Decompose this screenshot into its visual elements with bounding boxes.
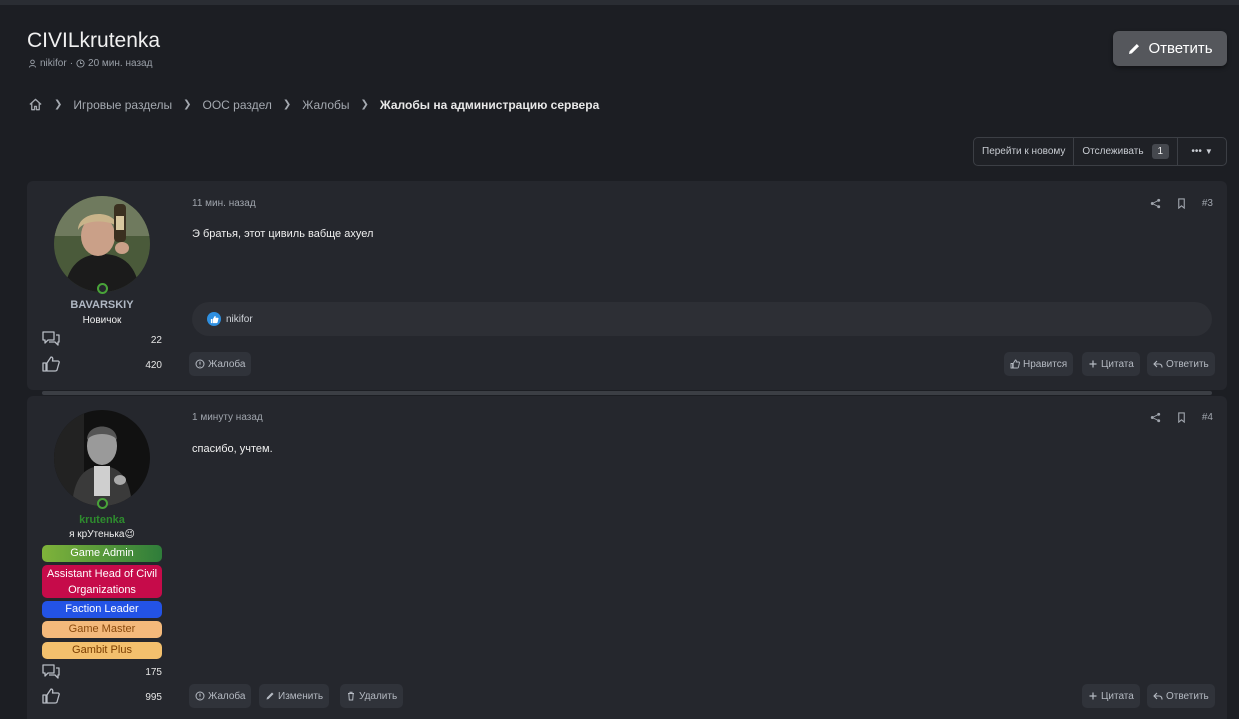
edit-label: Изменить — [278, 690, 324, 702]
report-label: Жалоба — [208, 690, 246, 702]
reply-icon — [1153, 692, 1163, 700]
post-body: спасибо, учтем. — [192, 443, 273, 455]
plus-icon — [1089, 360, 1097, 368]
report-icon — [195, 691, 205, 701]
quote-button[interactable]: Цитата — [1082, 684, 1140, 708]
post-username[interactable]: krutenka — [27, 514, 177, 526]
thread-toolbar: Перейти к новому Отслеживать 1 ••• ▼ — [973, 137, 1227, 166]
thread-time: 20 мин. назад — [88, 58, 153, 69]
post-4: krutenka я крУтенька😉 Game Admin Assista… — [27, 396, 1227, 719]
breadcrumb-item-ooc[interactable]: ООС раздел — [203, 98, 272, 112]
clock-icon — [76, 59, 85, 68]
post-user-title: я крУтенька😉 — [69, 529, 135, 540]
share-icon[interactable] — [1150, 198, 1161, 209]
goto-new-button[interactable]: Перейти к новому — [974, 138, 1075, 165]
breadcrumb-current[interactable]: Жалобы на администрацию сервера — [380, 98, 599, 112]
liked-by-user[interactable]: nikifor — [226, 314, 253, 325]
reactions-count: 420 — [145, 360, 162, 371]
report-button[interactable]: Жалоба — [189, 352, 252, 376]
reply-button[interactable]: Ответить — [1113, 31, 1227, 66]
breadcrumb-item-games[interactable]: Игровые разделы — [73, 98, 172, 112]
like-reaction-icon — [207, 312, 221, 326]
breadcrumb: ❯ Игровые разделы ❯ ООС раздел ❯ Жалобы … — [28, 97, 599, 112]
trash-icon — [348, 691, 354, 701]
chevron-right-icon: ❯ — [54, 99, 63, 110]
post-username[interactable]: BAVARSKIY — [27, 299, 177, 311]
home-icon[interactable] — [28, 97, 43, 112]
goto-new-label: Перейти к новому — [982, 146, 1066, 157]
reply-label: Ответить — [1166, 358, 1209, 370]
delete-button[interactable]: Удалить — [340, 684, 404, 708]
online-status-icon — [97, 498, 108, 509]
reply-post-button[interactable]: Ответить — [1147, 352, 1215, 376]
more-icon: ••• — [1191, 146, 1202, 157]
bookmark-icon[interactable] — [1176, 412, 1187, 423]
thread-author[interactable]: nikifor — [40, 58, 67, 69]
delete-label: Удалить — [359, 690, 398, 702]
post-divider — [42, 391, 1212, 395]
thumbs-up-icon — [42, 688, 60, 704]
report-icon — [195, 359, 205, 369]
user-icon — [28, 59, 37, 68]
messages-count: 22 — [150, 335, 162, 346]
post-date[interactable]: 11 мин. назад — [192, 198, 256, 209]
reactions-count: 995 — [145, 692, 162, 703]
thumbs-up-icon — [1010, 359, 1020, 369]
watch-label: Отслеживать — [1082, 146, 1144, 157]
quote-button[interactable]: Цитата — [1082, 352, 1140, 376]
caret-down-icon: ▼ — [1204, 147, 1213, 156]
post-number[interactable]: #3 — [1202, 198, 1213, 209]
badge-assistant-head: Assistant Head of Civil Organizations — [42, 565, 162, 598]
avatar[interactable] — [54, 196, 150, 292]
reply-icon — [1153, 360, 1163, 368]
pencil-icon — [1129, 43, 1140, 54]
thumbs-up-icon — [42, 356, 60, 372]
report-label: Жалоба — [208, 358, 246, 370]
reply-button-label: Ответить — [1148, 40, 1213, 57]
badge-gambit-plus: Gambit Plus — [42, 642, 162, 659]
post-3: BAVARSKIY Новичок 22 420 11 мин. назад #… — [27, 181, 1227, 390]
post-body: Э братья, этот цивиль вабще ахуел — [192, 228, 374, 240]
chevron-right-icon: ❯ — [183, 99, 192, 110]
reply-post-button[interactable]: Ответить — [1147, 684, 1215, 708]
edit-button[interactable]: Изменить — [259, 684, 330, 708]
bookmark-icon[interactable] — [1176, 198, 1187, 209]
messages-icon — [42, 331, 60, 346]
post-date[interactable]: 1 минуту назад — [192, 412, 263, 423]
watch-button[interactable]: Отслеживать 1 — [1074, 138, 1179, 165]
post-top-actions: #3 — [1150, 198, 1213, 209]
more-options-button[interactable]: ••• ▼ — [1178, 138, 1226, 165]
badge-game-admin: Game Admin — [42, 545, 162, 562]
badge-game-master: Game Master — [42, 621, 162, 638]
reply-label: Ответить — [1166, 690, 1209, 702]
messages-icon — [42, 664, 60, 679]
watch-count-badge: 1 — [1151, 144, 1170, 159]
quote-label: Цитата — [1101, 690, 1134, 702]
post-top-actions: #4 — [1150, 412, 1213, 423]
top-bar — [0, 0, 1239, 5]
online-status-icon — [97, 283, 108, 294]
plus-icon — [1089, 692, 1097, 700]
pencil-icon — [266, 692, 274, 700]
share-icon[interactable] — [1150, 412, 1161, 423]
messages-count: 175 — [145, 667, 162, 678]
chevron-right-icon: ❯ — [282, 99, 292, 110]
badge-faction-leader: Faction Leader — [42, 601, 162, 618]
quote-label: Цитата — [1101, 358, 1134, 370]
like-label: Нравится — [1023, 358, 1068, 370]
report-button[interactable]: Жалоба — [189, 684, 252, 708]
breadcrumb-item-complaints[interactable]: Жалобы — [302, 98, 349, 112]
thread-title: CIVILkrutenka — [27, 29, 161, 52]
reactions-bar[interactable]: nikifor — [192, 302, 1212, 336]
thread-meta: nikifor · 20 мин. назад — [28, 58, 152, 69]
avatar[interactable] — [54, 410, 150, 506]
meta-separator: · — [69, 58, 74, 69]
like-button[interactable]: Нравится — [1004, 352, 1074, 376]
post-user-title: Новичок — [82, 315, 122, 326]
post-number[interactable]: #4 — [1202, 412, 1213, 423]
chevron-right-icon: ❯ — [360, 99, 369, 110]
